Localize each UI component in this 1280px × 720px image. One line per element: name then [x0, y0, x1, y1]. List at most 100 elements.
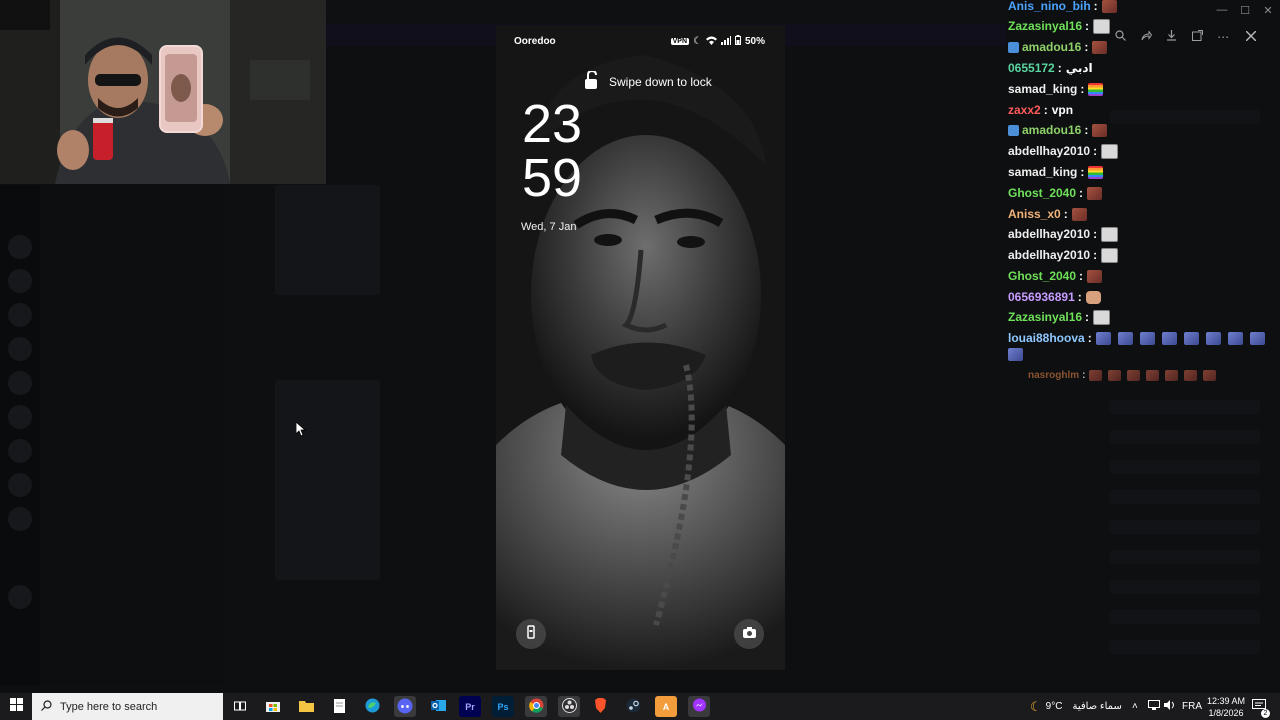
hidden-icons-button[interactable]: ˄: [1132, 693, 1138, 720]
notification-count: 2: [1261, 709, 1270, 718]
chat-text: ادبي: [1065, 61, 1093, 75]
camera-button[interactable]: [734, 619, 764, 649]
volume-button[interactable]: [1164, 693, 1176, 720]
minimize-button[interactable]: —: [1215, 4, 1229, 16]
chat-separator: :: [1093, 0, 1098, 13]
chat-username[interactable]: Zazasinyal16: [1008, 310, 1082, 324]
language-indicator[interactable]: FRA: [1182, 693, 1202, 720]
chat-message: zaxx2: vpn: [1008, 101, 1073, 119]
chrome-icon: [528, 698, 544, 715]
chat-username[interactable]: samad_king: [1008, 165, 1077, 179]
taskbar-app-obs[interactable]: [558, 696, 580, 717]
taskbar-app-discord[interactable]: [394, 696, 416, 717]
taskbar-app-steam[interactable]: [622, 696, 644, 717]
notification-center-button[interactable]: 2: [1252, 693, 1270, 720]
channel-item: [52, 329, 222, 343]
taskbar-clock[interactable]: 12:39 AM 1/8/2026: [1204, 695, 1248, 719]
channel-item: [52, 515, 222, 529]
chat-username[interactable]: Anis_nino_bih: [1008, 0, 1091, 13]
task-view-button[interactable]: [229, 696, 251, 717]
channel-item: [52, 631, 222, 645]
taskbar-app-premiere[interactable]: Pr: [459, 696, 481, 717]
chat-username[interactable]: abdellhay2010: [1008, 248, 1090, 262]
blue-emote-icon: [1183, 331, 1199, 345]
taskbar-app-photoshop[interactable]: Ps: [492, 696, 514, 717]
clock-time: 12:39 AM: [1206, 696, 1246, 706]
network-icon: [1148, 700, 1160, 713]
chat-username[interactable]: abdellhay2010: [1008, 144, 1090, 158]
chat-separator: :: [1084, 123, 1089, 137]
chat-username[interactable]: zaxx2: [1008, 103, 1041, 117]
taskbar-search-box[interactable]: Type here to search: [32, 693, 223, 720]
chat-username[interactable]: samad_king: [1008, 82, 1077, 96]
blue-emote-icon: [1117, 331, 1133, 345]
chat-username[interactable]: Ghost_2040: [1008, 186, 1076, 200]
taskbar-app-brave[interactable]: [589, 696, 611, 717]
red-emote-icon: [1203, 369, 1217, 381]
chat-message-fading: nasroghlm:: [1028, 366, 1222, 384]
member-item: [1110, 550, 1260, 564]
user-badge-icon: [1008, 41, 1019, 53]
close-viewer-button[interactable]: [1240, 26, 1262, 48]
download-button[interactable]: [1163, 28, 1181, 46]
channel-item: [52, 585, 222, 599]
chat-username[interactable]: louai88hoova: [1008, 331, 1085, 345]
chat-message: Zazasinyal16:: [1008, 17, 1117, 35]
chat-username[interactable]: amadou16: [1022, 123, 1081, 137]
weather-description: سماء صافية: [1072, 701, 1122, 712]
chat-separator: :: [1085, 310, 1090, 324]
open-in-browser-button[interactable]: [1189, 28, 1207, 46]
chat-separator: :: [1077, 290, 1082, 304]
chat-separator: :: [1043, 103, 1048, 117]
message-image: [275, 380, 380, 580]
chat-username[interactable]: amadou16: [1022, 40, 1081, 54]
member-item: [1110, 400, 1260, 414]
taskbar-app-file-explorer[interactable]: [295, 696, 317, 717]
edge-icon: [365, 698, 380, 715]
taskbar-app-messenger[interactable]: [688, 696, 710, 717]
blue-emote-icon: [1249, 331, 1265, 345]
photoshop-icon: Ps: [497, 701, 509, 712]
channel-item: [52, 237, 222, 251]
chat-username[interactable]: Aniss_x0: [1008, 207, 1061, 221]
windows-taskbar: Type here to search Pr Ps A ☾ 9°C سماء ص…: [0, 693, 1280, 720]
taskbar-app-a[interactable]: A: [655, 696, 677, 717]
red-emote-icon: [1146, 369, 1160, 381]
blue-emote-icon: [1139, 331, 1155, 345]
chat-message: Aniss_x0:: [1008, 205, 1094, 223]
chat-username[interactable]: 0656936891: [1008, 290, 1075, 304]
forward-button[interactable]: [1137, 28, 1155, 46]
network-button[interactable]: [1148, 693, 1160, 720]
chat-username[interactable]: Zazasinyal16: [1008, 19, 1082, 33]
chat-username[interactable]: nasroghlm: [1028, 370, 1079, 381]
member-item: [1110, 430, 1260, 444]
channel-item: [52, 447, 222, 461]
swipe-lock-hint: Swipe down to lock: [584, 69, 712, 92]
more-options-button[interactable]: ⋯: [1214, 28, 1232, 46]
taskbar-app-chrome[interactable]: [525, 696, 547, 717]
chat-separator: :: [1082, 369, 1086, 381]
brave-icon: [594, 698, 607, 715]
camera-icon: [742, 625, 756, 643]
weather-widget[interactable]: ☾ 9°C سماء صافية: [1030, 693, 1122, 720]
taskbar-app-store[interactable]: [262, 696, 284, 717]
red-emote-icon: [1101, 0, 1117, 13]
lock-hint-text: Swipe down to lock: [609, 74, 712, 89]
phone-screen[interactable]: Ooredoo VPN ☾ 50% Swipe down to lock 23 …: [496, 25, 785, 670]
taskbar-app-edge[interactable]: [361, 696, 383, 717]
maximize-button[interactable]: ☐: [1238, 4, 1252, 17]
channel-item: [52, 305, 222, 319]
taskbar-app-outlook[interactable]: [427, 696, 449, 717]
start-button[interactable]: [0, 693, 32, 720]
flashlight-button[interactable]: [516, 619, 546, 649]
close-window-button[interactable]: ✕: [1261, 4, 1275, 17]
chat-username[interactable]: Ghost_2040: [1008, 269, 1076, 283]
taskbar-app-notepad[interactable]: [328, 696, 350, 717]
chat-username[interactable]: abdellhay2010: [1008, 227, 1090, 241]
skull-emote-icon: [1101, 247, 1119, 263]
chat-separator: :: [1079, 269, 1084, 283]
store-icon: [266, 699, 280, 714]
image-viewer-toolbar: ⋯: [1108, 26, 1236, 48]
chat-username[interactable]: 0655172: [1008, 61, 1055, 75]
message-image: [275, 185, 380, 295]
